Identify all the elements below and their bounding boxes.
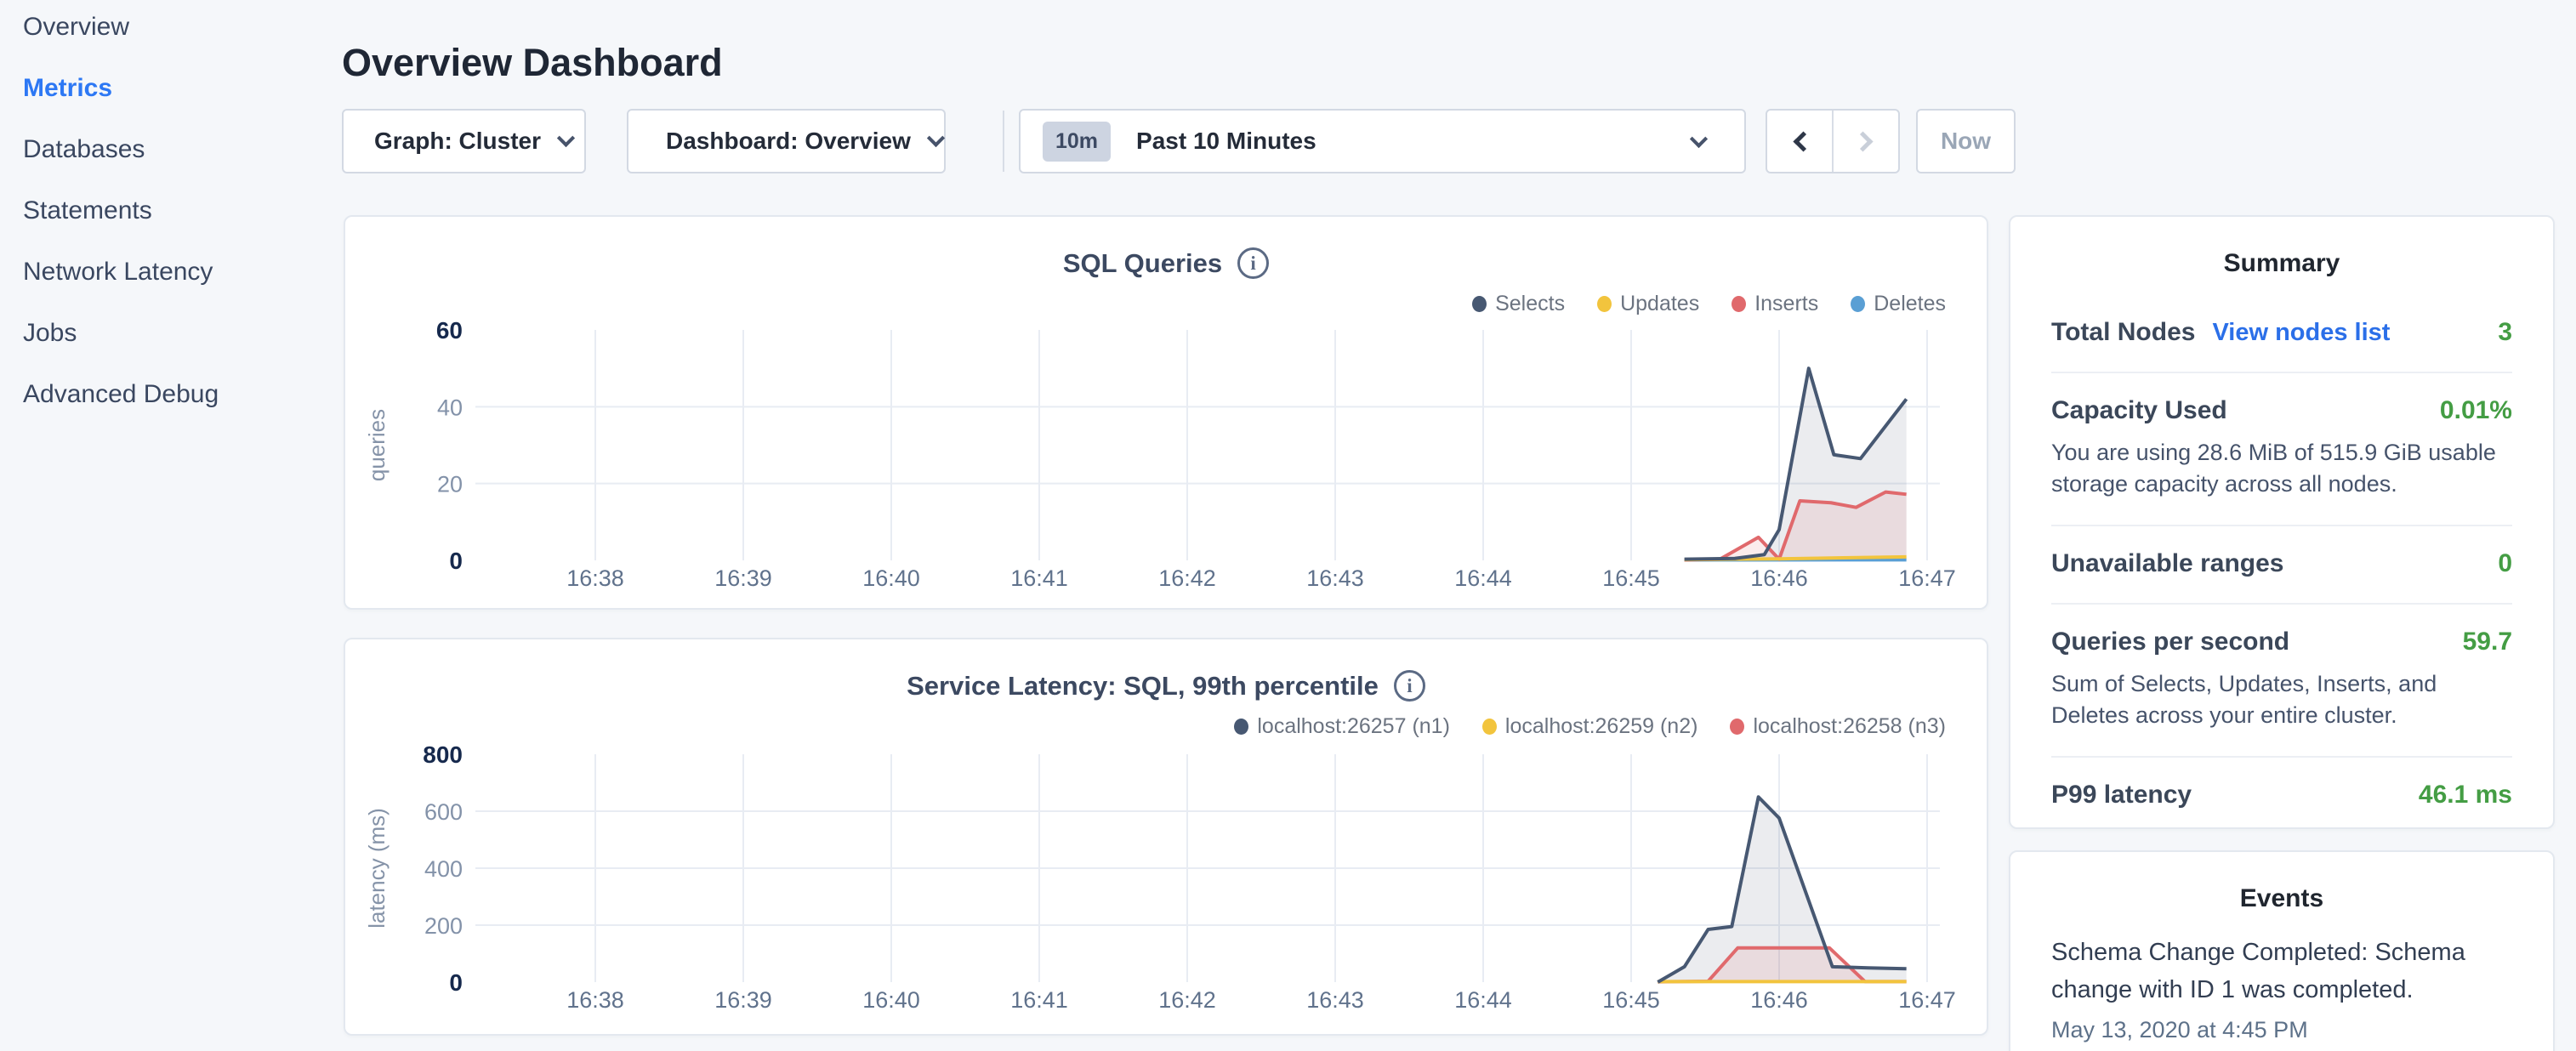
summary-row-total-nodes: Total Nodes View nodes list 3 <box>2051 295 2512 373</box>
summary-row-p99-latency: P99 latency 46.1 ms <box>2051 758 2512 834</box>
x-tick-label: 16:42 <box>1158 987 1216 1013</box>
dashboard-dropdown[interactable]: Dashboard: Overview <box>627 109 946 173</box>
time-range-badge: 10m <box>1043 122 1111 162</box>
sidebar-item-jobs[interactable]: Jobs <box>23 318 315 349</box>
summary-row-description: Sum of Selects, Updates, Inserts, and De… <box>2051 668 2512 731</box>
graph-dropdown-label: Graph: Cluster <box>374 128 541 155</box>
page: Overview Metrics Databases Statements Networ… <box>0 0 2576 1051</box>
time-range-dropdown[interactable]: 10m Past 10 Minutes <box>1019 109 1746 173</box>
time-range-label: Past 10 Minutes <box>1136 128 1316 155</box>
y-tick-label: 0 <box>449 548 463 574</box>
x-tick-label: 16:42 <box>1158 565 1216 591</box>
summary-row-label: Queries per second <box>2051 628 2289 656</box>
event-text: Schema Change Completed: Schema change w… <box>2051 934 2512 1008</box>
graph-dropdown[interactable]: Graph: Cluster <box>342 109 586 173</box>
summary-title: Summary <box>2010 249 2553 278</box>
summary-rows: Total Nodes View nodes list 3 Capacity Used… <box>2010 295 2553 834</box>
summary-row-value: 0 <box>2498 549 2512 578</box>
summary-row-label: Capacity Used <box>2051 396 2227 425</box>
next-time-button[interactable] <box>1832 111 1898 172</box>
x-tick-label: 16:44 <box>1454 987 1512 1013</box>
prev-time-button[interactable] <box>1767 111 1832 172</box>
x-tick-label: 16:40 <box>862 987 920 1013</box>
x-tick-label: 16:46 <box>1750 987 1808 1013</box>
summary-row-value: 46.1 ms <box>2419 781 2512 810</box>
chevron-right-icon <box>1852 131 1873 151</box>
summary-row-label: Total Nodes <box>2051 318 2195 347</box>
toolbar-divider <box>1003 111 1004 172</box>
summary-row-queries-per-second: Queries per second 59.7 Sum of Selects, Up… <box>2051 605 2512 758</box>
sidebar-item-overview[interactable]: Overview <box>23 12 315 43</box>
y-tick-label: 60 <box>436 317 463 344</box>
page-title: Overview Dashboard <box>342 41 723 85</box>
y-tick-label: 400 <box>424 856 463 882</box>
now-button[interactable]: Now <box>1916 109 2016 173</box>
sidebar-item-databases[interactable]: Databases <box>23 134 315 165</box>
event-item[interactable]: Schema Change Completed: Schema change w… <box>2051 934 2512 1043</box>
y-tick-label: 800 <box>423 741 463 768</box>
x-tick-label: 16:41 <box>1010 565 1068 591</box>
summary-row-value: 3 <box>2498 318 2512 347</box>
chevron-left-icon <box>1793 131 1813 151</box>
x-tick-label: 16:40 <box>862 565 920 591</box>
summary-row-unavailable-ranges: Unavailable ranges 0 <box>2051 526 2512 605</box>
sidebar-item-metrics[interactable]: Metrics <box>23 73 315 104</box>
y-tick-label: 600 <box>424 799 463 825</box>
events-panel: Events Schema Change Completed: Schema c… <box>2009 850 2555 1051</box>
chevron-down-icon <box>927 128 945 146</box>
x-tick-label: 16:43 <box>1306 987 1364 1013</box>
x-tick-label: 16:46 <box>1750 565 1808 591</box>
y-tick-label: 20 <box>437 472 463 497</box>
y-tick-label: 40 <box>437 395 463 420</box>
service-latency-chart-canvas[interactable]: 0 200 400 600 800 16:38 16:39 16:40 16:41 16:42 16… <box>345 639 1990 1037</box>
x-tick-label: 16:44 <box>1454 565 1512 591</box>
x-tick-label: 16:41 <box>1010 987 1068 1013</box>
summary-row-value: 0.01% <box>2440 396 2512 425</box>
summary-row-value: 59.7 <box>2463 628 2512 656</box>
sidebar-item-network-latency[interactable]: Network Latency <box>23 257 315 287</box>
y-tick-label: 0 <box>449 969 463 996</box>
summary-row-capacity-used: Capacity Used 0.01% You are using 28.6 MiB… <box>2051 373 2512 526</box>
y-tick-label: 200 <box>424 913 463 939</box>
summary-panel: Summary Total Nodes View nodes list 3 Capac… <box>2009 215 2555 829</box>
x-tick-label: 16:38 <box>566 565 624 591</box>
time-step-buttons <box>1766 109 1900 173</box>
x-tick-label: 16:47 <box>1898 565 1956 591</box>
chevron-down-icon <box>1690 129 1708 147</box>
events-list: Schema Change Completed: Schema change w… <box>2010 934 2553 1043</box>
y-axis-label: latency (ms) <box>364 808 390 929</box>
x-tick-label: 16:43 <box>1306 565 1364 591</box>
summary-row-description: You are using 28.6 MiB of 515.9 GiB usab… <box>2051 437 2512 500</box>
view-nodes-list-link[interactable]: View nodes list <box>2212 319 2390 347</box>
x-tick-label: 16:47 <box>1898 987 1956 1013</box>
sql-queries-chart-panel: SQL Queries i SelectsUpdatesInsertsDelet… <box>344 215 1988 610</box>
sidebar-item-statements[interactable]: Statements <box>23 196 315 226</box>
sql-queries-chart-canvas[interactable]: 0 20 40 60 16:38 16:39 16:40 16:41 16:42 16:43 16:… <box>345 217 1990 611</box>
gridlines <box>475 330 1940 560</box>
x-tick-label: 16:39 <box>714 565 772 591</box>
x-tick-label: 16:45 <box>1602 565 1660 591</box>
chevron-down-icon <box>557 128 575 146</box>
x-tick-label: 16:39 <box>714 987 772 1013</box>
y-axis-label: queries <box>364 409 390 481</box>
summary-row-label: P99 latency <box>2051 781 2192 810</box>
service-latency-chart-panel: Service Latency: SQL, 99th percentile i … <box>344 638 1988 1036</box>
summary-row-label: Unavailable ranges <box>2051 549 2283 578</box>
x-tick-label: 16:38 <box>566 987 624 1013</box>
sidebar-nav: Overview Metrics Databases Statements Networ… <box>0 0 315 410</box>
events-title: Events <box>2010 884 2553 913</box>
event-timestamp: May 13, 2020 at 4:45 PM <box>2051 1017 2512 1043</box>
sidebar-item-advanced-debug[interactable]: Advanced Debug <box>23 379 315 410</box>
dashboard-dropdown-label: Dashboard: Overview <box>666 128 911 155</box>
x-tick-label: 16:45 <box>1602 987 1660 1013</box>
